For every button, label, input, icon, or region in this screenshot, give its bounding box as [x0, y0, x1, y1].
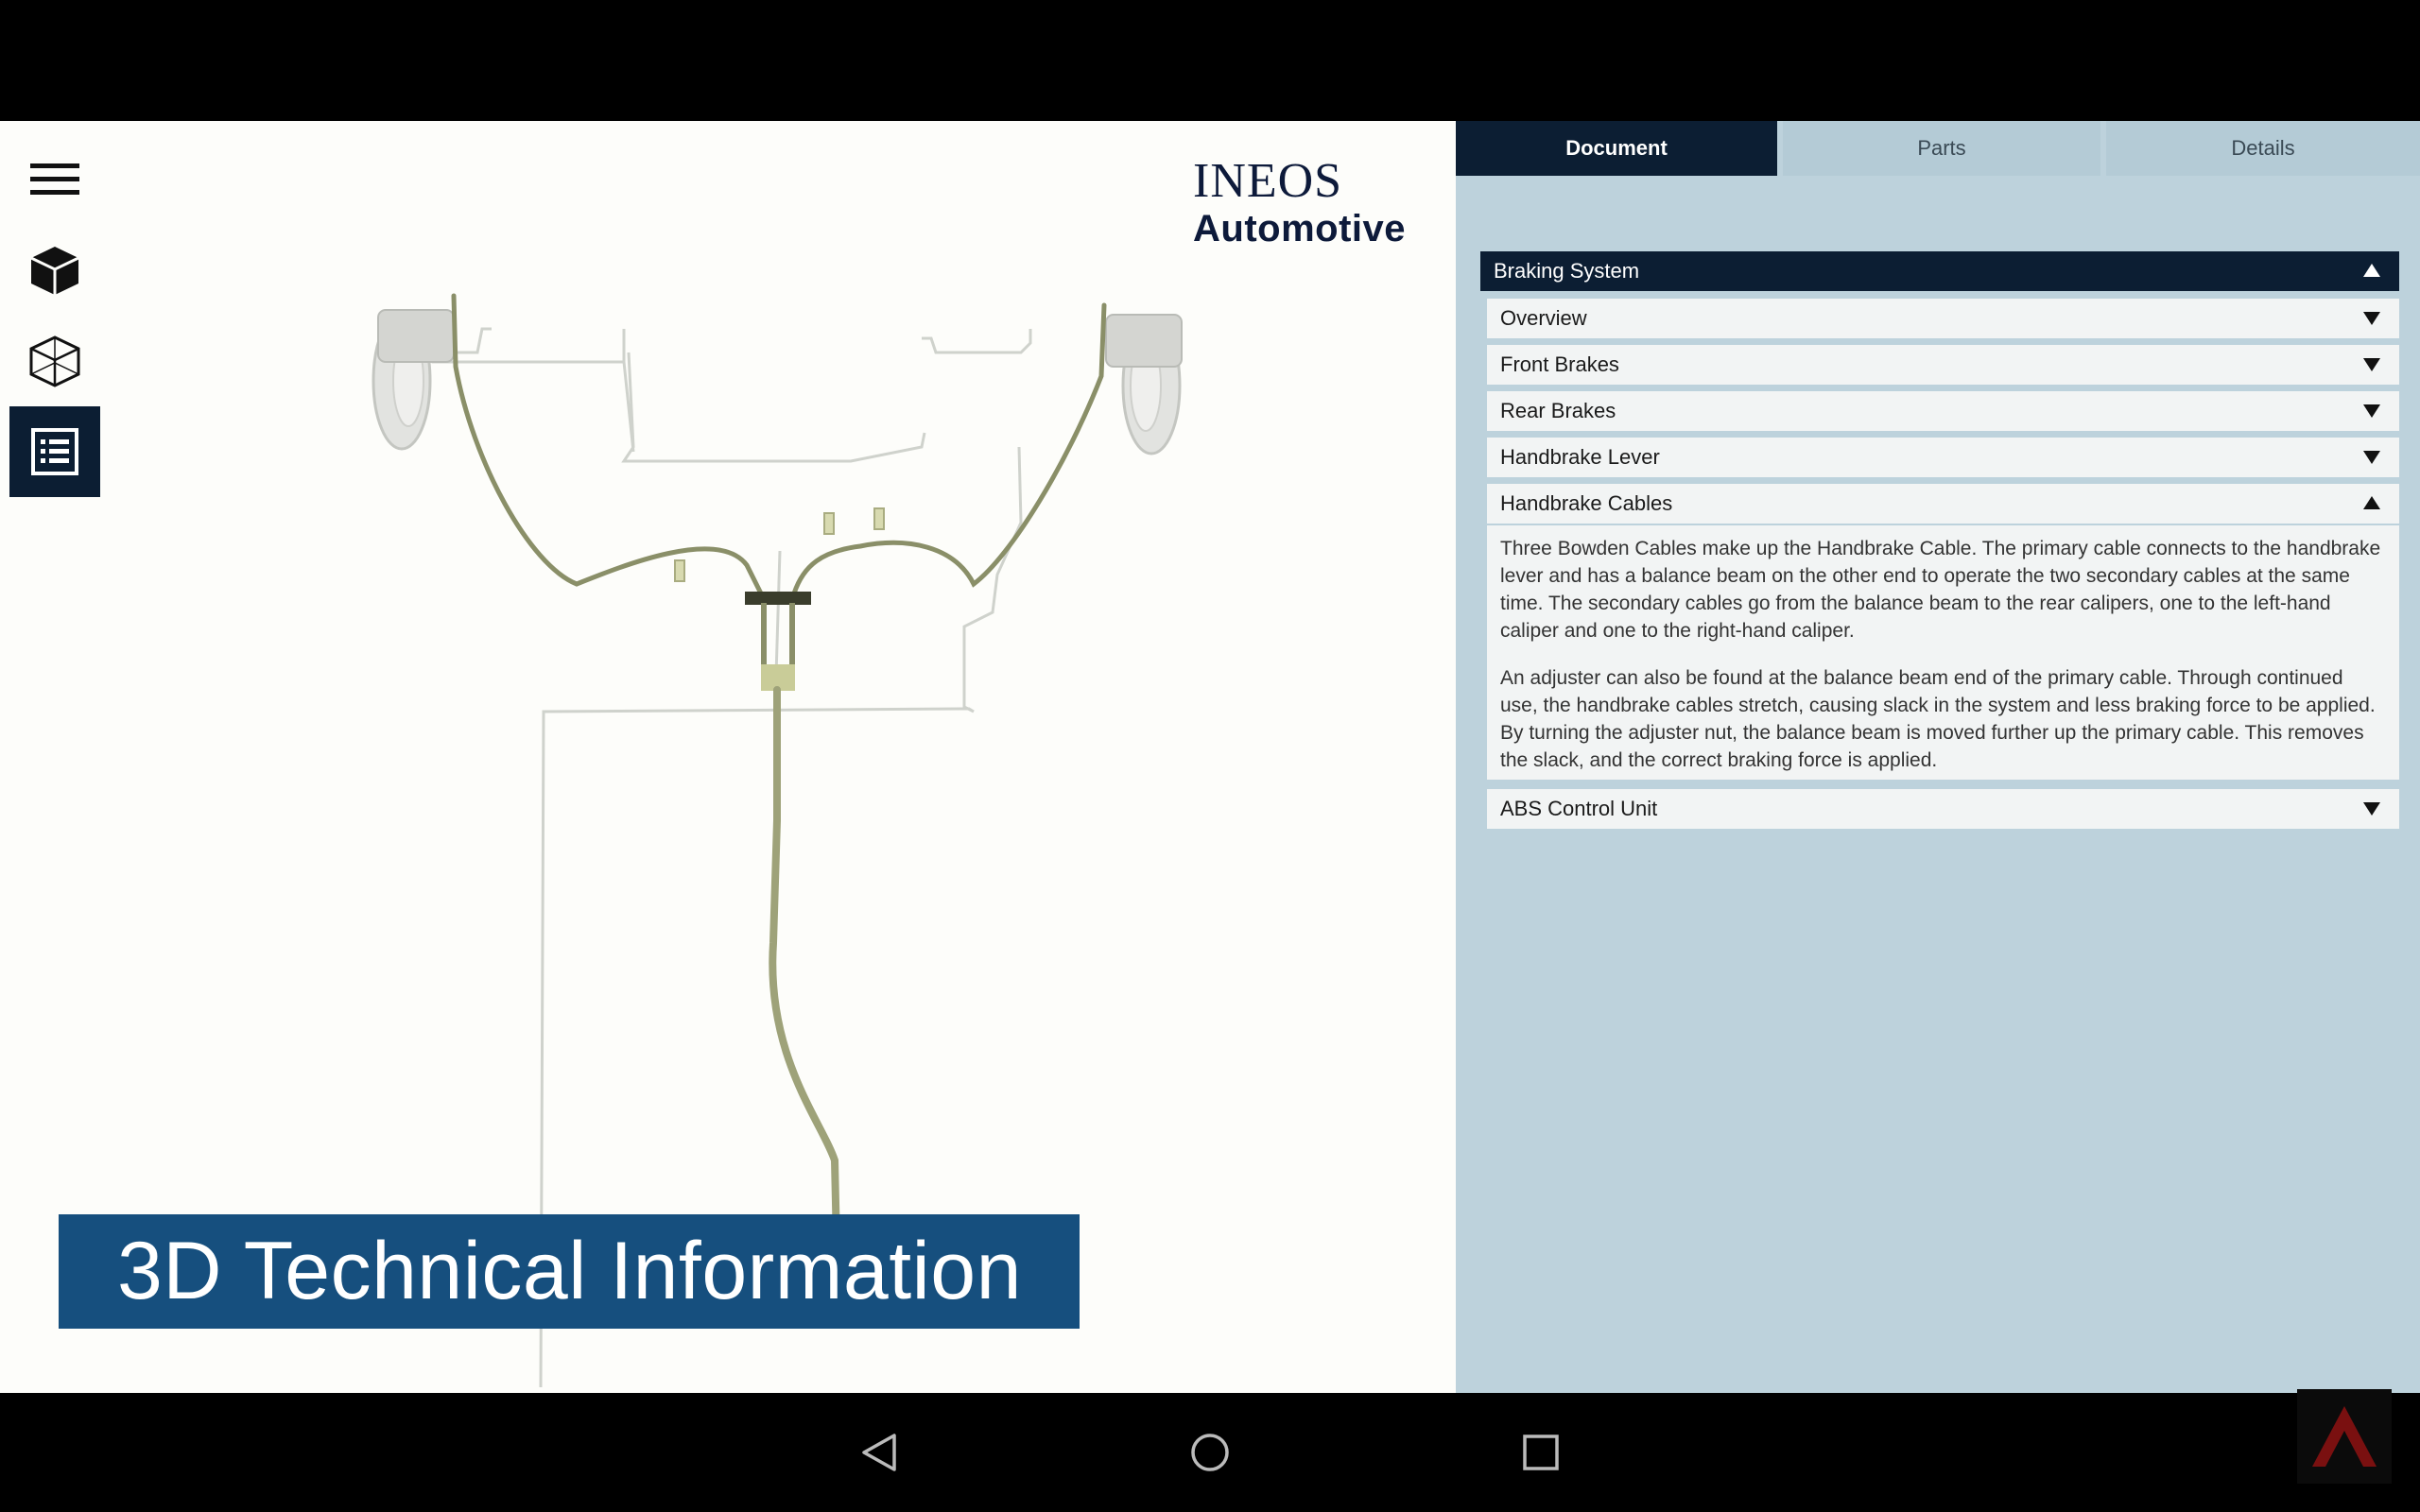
handbrake-cable-3d-model[interactable] [0, 121, 1456, 1393]
expand-arrow-icon [2363, 451, 2380, 464]
ineos-automotive-logo: INEOS Automotive [1193, 154, 1420, 250]
expand-arrow-icon [2363, 404, 2380, 418]
viewer-toolbar [9, 134, 100, 497]
left-brake-disc[interactable] [372, 309, 455, 451]
collapse-arrow-icon [2363, 264, 2380, 277]
wireframe-cube-icon [29, 335, 80, 387]
home-circle-icon [1191, 1434, 1229, 1471]
accordion-item-label: Front Brakes [1500, 352, 1619, 376]
tab-details[interactable]: Details [2106, 121, 2420, 176]
status-bar [0, 0, 2420, 121]
corner-brand-icon [2297, 1389, 2392, 1484]
document-panel: Document Parts Details Braking System Ov… [1456, 121, 2420, 1393]
3d-viewer[interactable]: INEOS Automotive 3D Technical Informatio… [0, 121, 1456, 1393]
home-button[interactable] [1172, 1393, 1248, 1512]
tab-document[interactable]: Document [1456, 121, 1777, 176]
title-banner: 3D Technical Information [59, 1214, 1080, 1329]
system-navigation-bar [0, 1393, 2420, 1512]
accordion-item-abs-control-unit[interactable]: ABS Control Unit [1487, 789, 2399, 829]
collapse-arrow-icon [2363, 496, 2380, 509]
tab-parts[interactable]: Parts [1783, 121, 2100, 176]
back-triangle-icon [862, 1434, 896, 1471]
expand-arrow-icon [2363, 802, 2380, 816]
accordion-item-overview[interactable]: Overview [1487, 299, 2399, 338]
wireframe-view-button[interactable] [9, 316, 100, 406]
back-button[interactable] [841, 1393, 917, 1512]
expand-arrow-icon [2363, 312, 2380, 325]
solid-cube-icon [30, 247, 79, 295]
document-list-icon [31, 428, 78, 475]
accordion-list: Overview Front Brakes Rear Brakes Handbr… [1487, 299, 2399, 835]
accordion-item-handbrake-lever[interactable]: Handbrake Lever [1487, 438, 2399, 477]
accordion-item-label: Handbrake Cables [1500, 491, 1673, 515]
solid-view-button[interactable] [9, 225, 100, 316]
secondary-cables[interactable] [451, 293, 1107, 596]
panel-tabs: Document Parts Details [1456, 121, 2420, 176]
recents-button[interactable] [1503, 1393, 1579, 1512]
primary-cable[interactable] [769, 686, 840, 1249]
logo-line1: INEOS [1193, 154, 1343, 208]
expand-arrow-icon [2363, 358, 2380, 371]
menu-button[interactable] [9, 134, 100, 225]
app-window: INEOS Automotive 3D Technical Informatio… [0, 121, 2420, 1393]
accordion-item-rear-brakes[interactable]: Rear Brakes [1487, 391, 2399, 431]
accordion-root-label: Braking System [1494, 259, 1640, 283]
accordion-braking-system[interactable]: Braking System [1480, 251, 2399, 291]
accordion-item-handbrake-cables[interactable]: Handbrake Cables [1487, 484, 2399, 524]
content-paragraph: An adjuster can also be found at the bal… [1500, 667, 2376, 771]
right-brake-disc[interactable] [1105, 314, 1183, 455]
logo-line2: Automotive [1193, 208, 1406, 249]
accordion-item-label: Overview [1500, 306, 1587, 330]
recents-square-icon [1523, 1435, 1559, 1470]
accordion-item-label: Handbrake Lever [1500, 445, 1660, 469]
accordion-item-label: Rear Brakes [1500, 399, 1616, 422]
hamburger-menu-icon [30, 163, 79, 195]
handbrake-cables-content: Three Bowden Cables make up the Handbrak… [1487, 525, 2399, 780]
content-paragraph: Three Bowden Cables make up the Handbrak… [1500, 538, 2381, 642]
accordion-item-front-brakes[interactable]: Front Brakes [1487, 345, 2399, 385]
accordion-item-label: ABS Control Unit [1500, 797, 1658, 820]
document-view-button[interactable] [9, 406, 100, 497]
